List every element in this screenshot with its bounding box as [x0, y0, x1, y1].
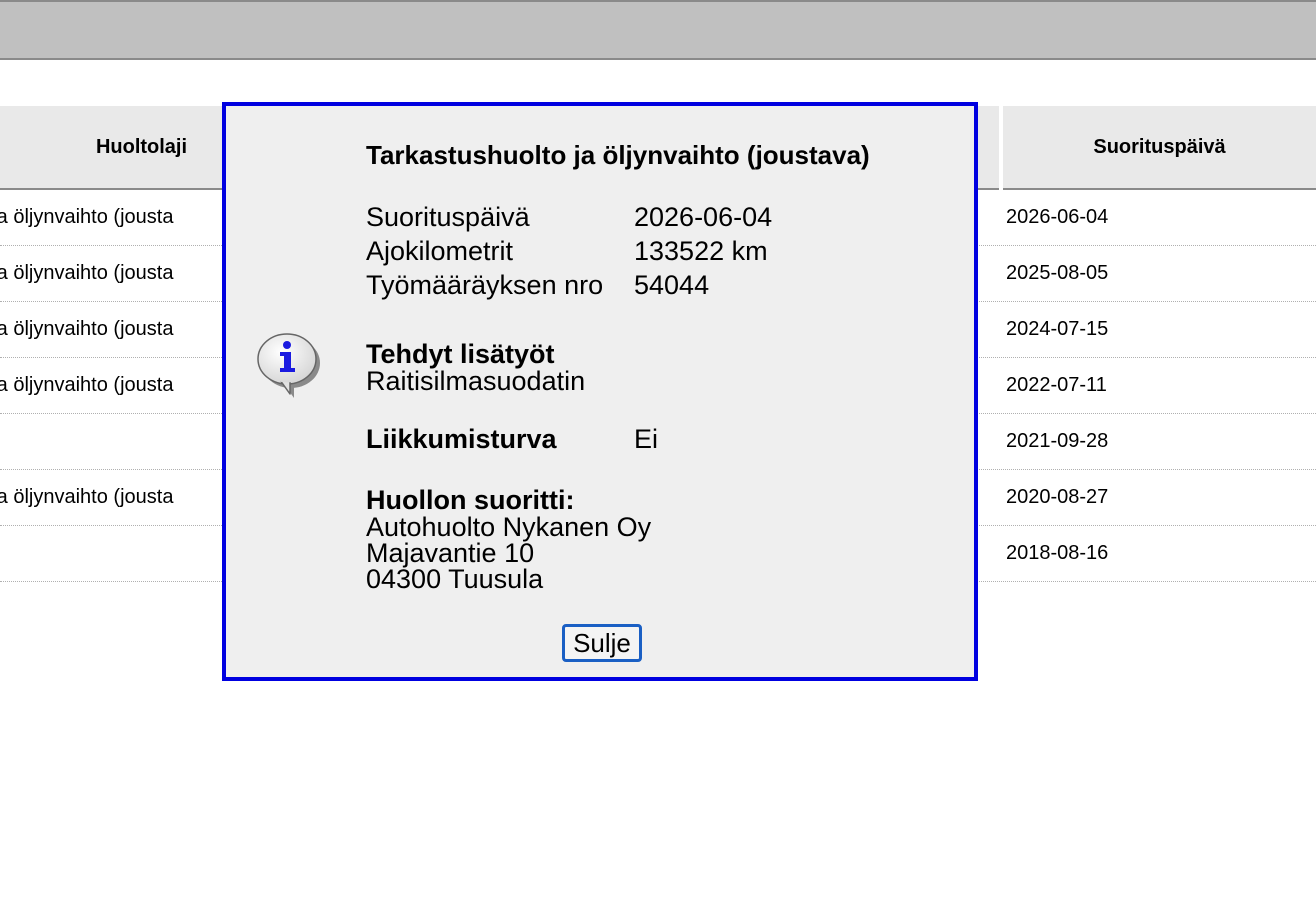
column-header-date[interactable]: Suorituspäivä: [1003, 106, 1316, 190]
performer-name: Autohuolto Nykanen Oy: [366, 512, 652, 542]
cell-date: 2022-07-11: [1006, 374, 1107, 396]
cell-date: 2021-09-28: [1006, 430, 1109, 452]
cell-date: 2018-08-16: [1006, 542, 1109, 564]
detail-date-label: Suorituspäivä: [366, 202, 530, 232]
detail-mileage-value: 133522 km: [634, 236, 768, 266]
performer-city: 04300 Tuusula: [366, 564, 544, 594]
top-bar: [0, 0, 1316, 60]
column-header-date-label: Suorituspäivä: [1093, 135, 1226, 158]
detail-work-order-label: Työmääräyksen nro: [366, 270, 604, 300]
dialog-title: Tarkastushuolto ja öljynvaihto (joustava…: [366, 140, 870, 170]
detail-work-order-value: 54044: [634, 270, 710, 300]
mobility-value: Ei: [634, 424, 659, 454]
cell-date: 2020-08-27: [1006, 486, 1109, 508]
info-icon: [254, 332, 322, 398]
performer-street: Majavantie 10: [366, 538, 535, 568]
detail-date-value: 2026-06-04: [634, 202, 773, 232]
service-details-dialog: Tarkastushuolto ja öljynvaihto (joustava…: [222, 102, 978, 681]
detail-mileage-label: Ajokilometrit: [366, 236, 514, 266]
cell-date: 2024-07-15: [1006, 318, 1109, 340]
column-header-service-type-label: Huoltolaji: [95, 135, 188, 158]
mobility-label: Liikkumisturva: [366, 424, 557, 454]
cell-date: 2025-08-05: [1006, 262, 1109, 284]
extra-work-value: Raitisilmasuodatin: [366, 366, 586, 396]
cell-date: 2026-06-04: [1006, 206, 1109, 228]
close-button[interactable]: Sulje: [562, 624, 642, 662]
